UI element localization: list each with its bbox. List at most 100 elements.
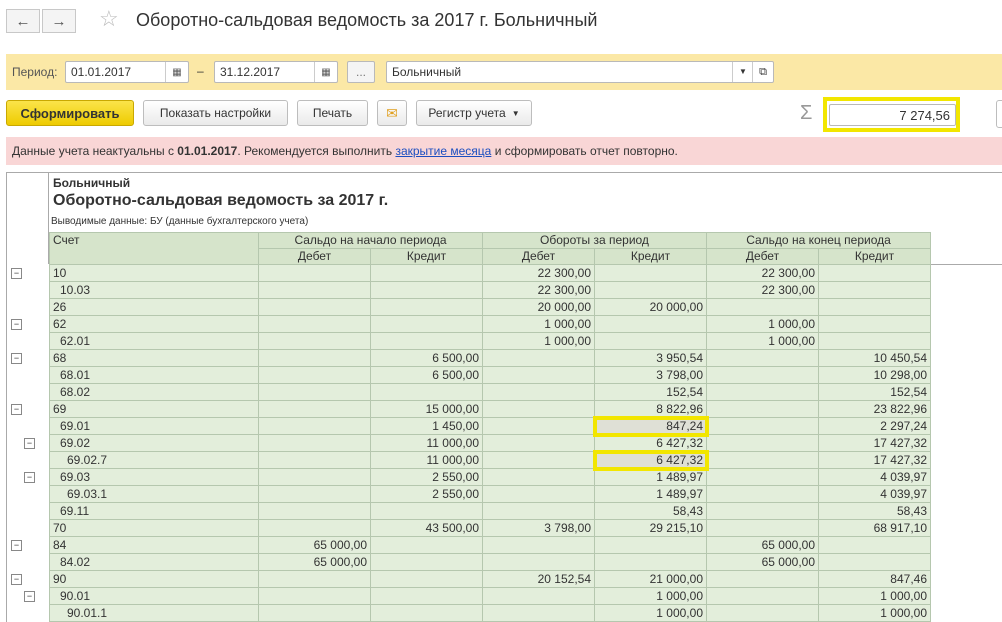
table-row[interactable]: 62 1 000,00 1 000,00 xyxy=(49,315,931,333)
table-row[interactable]: 69.01 1 450,00 847,24 2 297,24 xyxy=(49,415,931,437)
table-row[interactable]: 10 22 300,00 22 300,00 xyxy=(49,264,931,282)
amount-cell[interactable] xyxy=(482,502,595,520)
amount-cell[interactable]: 1 489,97 xyxy=(594,468,707,486)
amount-cell[interactable]: 10 450,54 xyxy=(818,349,931,367)
amount-cell[interactable] xyxy=(706,366,819,384)
amount-cell[interactable] xyxy=(482,536,595,554)
amount-cell[interactable] xyxy=(370,281,483,299)
amount-cell[interactable]: 15 000,00 xyxy=(370,400,483,418)
amount-cell[interactable]: 3 950,54 xyxy=(594,349,707,367)
account-cell[interactable]: 68.01 xyxy=(49,366,259,384)
amount-cell[interactable]: 22 300,00 xyxy=(706,281,819,299)
table-row[interactable]: 90 20 152,54 21 000,00 847,46 xyxy=(49,570,931,588)
amount-cell[interactable] xyxy=(370,502,483,520)
amount-cell[interactable] xyxy=(258,315,371,333)
amount-cell[interactable] xyxy=(706,298,819,316)
amount-cell[interactable] xyxy=(258,366,371,384)
account-cell[interactable]: 10 xyxy=(49,264,259,282)
table-row[interactable]: 84.02 65 000,00 65 000,00 xyxy=(49,553,931,571)
calendar-icon[interactable]: ▦ xyxy=(314,62,337,82)
amount-cell[interactable]: 65 000,00 xyxy=(258,553,371,571)
amount-cell[interactable] xyxy=(818,281,931,299)
amount-cell[interactable]: 23 822,96 xyxy=(818,400,931,418)
amount-cell[interactable]: 1 000,00 xyxy=(482,315,595,333)
amount-cell[interactable]: 58,43 xyxy=(818,502,931,520)
amount-cell[interactable] xyxy=(706,400,819,418)
back-button[interactable]: ← xyxy=(6,9,40,33)
account-cell[interactable]: 62.01 xyxy=(49,332,259,350)
amount-cell[interactable]: 1 450,00 xyxy=(370,417,483,435)
table-row[interactable]: 84 65 000,00 65 000,00 xyxy=(49,536,931,554)
table-row[interactable]: 69.02.7 11 000,00 6 427,32 17 427,32 xyxy=(49,449,931,471)
amount-cell[interactable]: 22 300,00 xyxy=(706,264,819,282)
amount-cell[interactable] xyxy=(482,434,595,452)
generate-button[interactable]: Сформировать xyxy=(6,100,134,126)
date-from-input[interactable]: 01.01.2017 ▦ xyxy=(65,61,189,83)
amount-cell[interactable] xyxy=(258,434,371,452)
open-icon[interactable]: ⧉ xyxy=(752,62,773,82)
amount-cell[interactable]: 4 039,97 xyxy=(818,468,931,486)
amount-cell[interactable] xyxy=(706,587,819,605)
amount-cell[interactable]: 847,24 xyxy=(592,415,709,437)
amount-cell[interactable]: 58,43 xyxy=(594,502,707,520)
collapse-icon[interactable]: − xyxy=(24,472,35,483)
amount-cell[interactable] xyxy=(482,349,595,367)
amount-cell[interactable] xyxy=(258,570,371,588)
amount-cell[interactable] xyxy=(370,570,483,588)
amount-cell[interactable]: 6 500,00 xyxy=(370,366,483,384)
account-cell[interactable]: 10.03 xyxy=(49,281,259,299)
table-row[interactable]: 68 6 500,00 3 950,54 10 450,54 xyxy=(49,349,931,367)
amount-cell[interactable]: 22 300,00 xyxy=(482,281,595,299)
amount-cell[interactable] xyxy=(706,485,819,503)
account-cell[interactable]: 68.02 xyxy=(49,383,259,401)
table-row[interactable]: 69.11 58,43 58,43 xyxy=(49,502,931,520)
account-cell[interactable]: 26 xyxy=(49,298,259,316)
amount-cell[interactable]: 65 000,00 xyxy=(258,536,371,554)
amount-cell[interactable] xyxy=(706,468,819,486)
close-month-link[interactable]: закрытие месяца xyxy=(395,144,491,158)
amount-cell[interactable]: 65 000,00 xyxy=(706,536,819,554)
amount-cell[interactable]: 68 917,10 xyxy=(818,519,931,537)
amount-cell[interactable] xyxy=(370,298,483,316)
amount-cell[interactable] xyxy=(482,451,595,469)
account-cell[interactable]: 70 xyxy=(49,519,259,537)
amount-cell[interactable]: 11 000,00 xyxy=(370,434,483,452)
print-button[interactable]: Печать xyxy=(297,100,368,126)
table-row[interactable]: 62.01 1 000,00 1 000,00 xyxy=(49,332,931,350)
amount-cell[interactable] xyxy=(370,383,483,401)
amount-cell[interactable] xyxy=(370,536,483,554)
table-row[interactable]: 90.01.1 1 000,00 1 000,00 xyxy=(49,604,931,622)
amount-cell[interactable] xyxy=(482,383,595,401)
collapse-icon[interactable]: − xyxy=(24,438,35,449)
amount-cell[interactable]: 2 550,00 xyxy=(370,485,483,503)
amount-cell[interactable] xyxy=(594,264,707,282)
amount-cell[interactable] xyxy=(370,332,483,350)
collapse-icon[interactable]: − xyxy=(11,574,22,585)
amount-cell[interactable]: 21 000,00 xyxy=(594,570,707,588)
amount-cell[interactable]: 152,54 xyxy=(594,383,707,401)
amount-cell[interactable]: 17 427,32 xyxy=(818,451,931,469)
amount-cell[interactable] xyxy=(706,570,819,588)
amount-cell[interactable] xyxy=(258,400,371,418)
amount-cell[interactable]: 1 000,00 xyxy=(594,604,707,622)
amount-cell[interactable] xyxy=(482,468,595,486)
account-cell[interactable]: 90.01.1 xyxy=(49,604,259,622)
amount-cell[interactable]: 152,54 xyxy=(818,383,931,401)
account-cell[interactable]: 69.11 xyxy=(49,502,259,520)
table-row[interactable]: 68.01 6 500,00 3 798,00 10 298,00 xyxy=(49,366,931,384)
favorite-star-icon[interactable]: ☆ xyxy=(99,6,119,32)
table-row[interactable]: 69.03.1 2 550,00 1 489,97 4 039,97 xyxy=(49,485,931,503)
amount-cell[interactable]: 43 500,00 xyxy=(370,519,483,537)
amount-cell[interactable] xyxy=(594,536,707,554)
amount-cell[interactable] xyxy=(370,587,483,605)
amount-cell[interactable] xyxy=(370,264,483,282)
amount-cell[interactable] xyxy=(818,264,931,282)
amount-cell[interactable] xyxy=(370,604,483,622)
amount-cell[interactable]: 11 000,00 xyxy=(370,451,483,469)
amount-cell[interactable] xyxy=(706,349,819,367)
account-cell[interactable]: 62 xyxy=(49,315,259,333)
amount-cell[interactable]: 847,46 xyxy=(818,570,931,588)
register-dropdown-button[interactable]: Регистр учета ▼ xyxy=(416,100,532,126)
amount-cell[interactable]: 1 489,97 xyxy=(594,485,707,503)
collapse-icon[interactable]: − xyxy=(11,268,22,279)
